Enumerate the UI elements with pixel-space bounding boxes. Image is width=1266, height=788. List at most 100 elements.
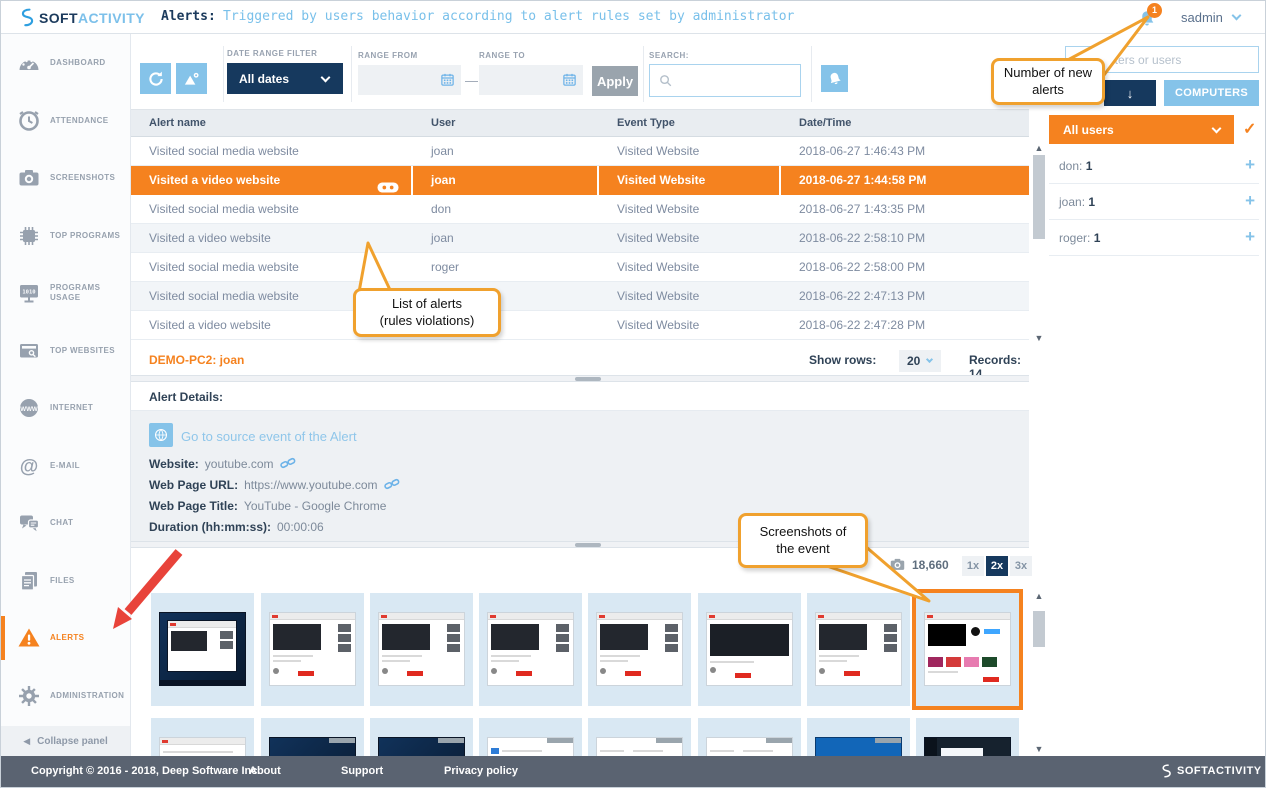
sidebar-item-chat[interactable]: CHAT — [1, 501, 131, 545]
date-range-dropdown[interactable]: All dates — [227, 63, 343, 94]
zoom-2x-button[interactable]: 2x — [986, 556, 1008, 576]
user-menu-chevron-icon[interactable] — [1231, 10, 1242, 21]
scrollbar-thumb[interactable] — [1033, 611, 1045, 647]
sidebar-item-internet[interactable]: WWW INTERNET — [1, 386, 131, 430]
table-row[interactable]: Visited social media website Visited Webs… — [131, 282, 1029, 311]
user-row-don[interactable]: don: 1 + — [1049, 148, 1259, 184]
column-header[interactable]: Event Type — [599, 117, 781, 129]
screenshot-thumbnail[interactable] — [370, 593, 473, 706]
calendar-icon[interactable] — [562, 72, 577, 87]
column-header[interactable]: User — [413, 117, 599, 129]
calendar-icon[interactable] — [440, 72, 455, 87]
external-link-icon[interactable] — [279, 457, 296, 469]
brand-name-light: ACTIVITY — [77, 9, 145, 26]
screenshot-thumbnail[interactable] — [151, 593, 254, 706]
footer-link-support[interactable]: Support — [341, 765, 383, 777]
brand-logo[interactable]: SOFT ACTIVITY — [17, 7, 145, 28]
plus-icon[interactable]: + — [1245, 191, 1255, 211]
screenshot-thumbnail[interactable] — [261, 593, 364, 706]
user-row-roger[interactable]: roger: 1 + — [1049, 220, 1259, 256]
table-row[interactable]: Visited a video website joan Visited Websi… — [131, 224, 1029, 253]
table-scrollbar[interactable]: ▲ ▼ — [1031, 141, 1047, 345]
search-input[interactable] — [679, 73, 794, 88]
screenshot-thumbnail[interactable] — [588, 593, 691, 706]
user-count-label: roger: 1 — [1059, 231, 1101, 245]
scroll-down-icon[interactable]: ▼ — [1031, 744, 1047, 754]
scroll-down-icon[interactable]: ▼ — [1031, 333, 1047, 343]
table-row-selected[interactable]: Visited a video website joan Visited Websi… — [131, 166, 1029, 195]
grid-scrollbar[interactable]: ▲ ▼ — [1031, 589, 1047, 756]
footer-link-about[interactable]: About — [249, 765, 281, 777]
computers-button[interactable]: COMPUTERS — [1164, 80, 1259, 106]
sidebar-item-screenshots[interactable]: SCREENSHOTS — [1, 156, 131, 200]
cell-alert-name: Visited a video website — [149, 231, 271, 245]
sidebar-item-label: PROGRAMS USAGE — [50, 283, 101, 302]
go-to-source-link[interactable]: Go to source event of the Alert — [181, 429, 357, 444]
screenshot-thumbnail[interactable] — [588, 718, 691, 756]
screenshot-thumbnail[interactable] — [807, 718, 910, 756]
column-header[interactable]: Date/Time — [781, 117, 1029, 129]
screenshot-thumbnail[interactable] — [916, 718, 1019, 756]
gear-icon — [17, 684, 41, 708]
all-users-check-icon[interactable]: ✓ — [1243, 119, 1256, 139]
scrollbar-thumb[interactable] — [1033, 155, 1045, 239]
sidebar-item-label: CHAT — [50, 518, 74, 527]
zoom-3x-button[interactable]: 3x — [1010, 556, 1032, 576]
apply-button[interactable]: Apply — [592, 66, 638, 96]
screenshot-thumbnail[interactable] — [261, 718, 364, 756]
screenshot-thumbnail[interactable] — [807, 593, 910, 706]
range-to-input[interactable] — [479, 65, 583, 95]
horizontal-splitter[interactable] — [131, 541, 1029, 548]
splitter-grip[interactable] — [575, 543, 601, 547]
screenshot-thumbnail[interactable] — [479, 718, 582, 756]
splitter-grip[interactable] — [575, 377, 601, 381]
all-users-dropdown[interactable]: All users — [1049, 115, 1234, 144]
external-link-icon[interactable] — [383, 478, 400, 490]
footer-link-privacy-policy[interactable]: Privacy policy — [444, 765, 518, 777]
screenshot-thumbnail[interactable] — [698, 593, 801, 706]
user-row-joan[interactable]: joan: 1 + — [1049, 184, 1259, 220]
column-header[interactable]: Alert name — [131, 117, 413, 129]
user-menu[interactable]: sadmin — [1181, 10, 1223, 25]
sidebar-item-alerts[interactable]: ALERTS — [1, 616, 131, 660]
table-row[interactable]: Visited a video website Visited Website 20… — [131, 311, 1029, 340]
zoom-1x-button[interactable]: 1x — [962, 556, 984, 576]
plus-icon[interactable]: + — [1245, 155, 1255, 175]
computer-user-label[interactable]: DEMO-PC2: joan — [149, 353, 244, 367]
cell-datetime: 2018-06-22 2:58:00 PM — [799, 260, 926, 274]
new-alert-rule-button[interactable] — [176, 63, 207, 94]
horizontal-splitter[interactable] — [131, 375, 1029, 382]
table-row[interactable]: Visited social media website roger Visited… — [131, 253, 1029, 282]
sidebar-item-top-websites[interactable]: TOP WEBSITES — [1, 329, 131, 373]
screenshot-thumbnail[interactable] — [698, 718, 801, 756]
users-download-button[interactable]: ↓ — [1104, 80, 1156, 106]
alert-pin-button[interactable] — [821, 65, 848, 92]
collapse-panel-button[interactable]: ◀ Collapse panel — [1, 726, 130, 756]
link-icon[interactable] — [377, 175, 399, 193]
cell-event-type: Visited Website — [617, 260, 700, 274]
sidebar-item-attendance[interactable]: ATTENDANCE — [1, 99, 131, 143]
sidebar-item-files[interactable]: FILES — [1, 559, 131, 603]
sidebar-item-e-mail[interactable]: @ E-MAIL — [1, 444, 131, 488]
show-rows-dropdown[interactable]: 20 — [899, 350, 941, 372]
screenshot-thumbnail[interactable] — [151, 718, 254, 756]
chevron-down-icon — [926, 355, 934, 364]
refresh-button[interactable] — [140, 63, 171, 94]
sidebar-item-top-programs[interactable]: TOP PROGRAMS — [1, 214, 131, 258]
scroll-up-icon[interactable]: ▲ — [1031, 143, 1047, 153]
sidebar-item-administration[interactable]: ADMINISTRATION — [1, 674, 131, 718]
plus-icon[interactable]: + — [1245, 227, 1255, 247]
scroll-up-icon[interactable]: ▲ — [1031, 591, 1047, 601]
sidebar-item-dashboard[interactable]: DASHBOARD — [1, 41, 131, 85]
files-icon — [17, 569, 41, 593]
cell-event-type: Visited Website — [617, 289, 700, 303]
table-row[interactable]: Visited social media website don Visited W… — [131, 195, 1029, 224]
table-row[interactable]: Visited social media website joan Visited … — [131, 137, 1029, 166]
screenshot-thumbnail-selected[interactable] — [916, 593, 1019, 706]
alerts-table: Alert name User Event Type Date/Time Visited… — [131, 109, 1029, 340]
screenshot-thumbnail[interactable] — [479, 593, 582, 706]
go-to-source-button[interactable] — [149, 423, 173, 447]
screenshot-thumbnail[interactable] — [370, 718, 473, 756]
sidebar-item-programs-usage[interactable]: 1010 PROGRAMS USAGE — [1, 271, 131, 315]
range-from-input[interactable] — [358, 65, 461, 95]
